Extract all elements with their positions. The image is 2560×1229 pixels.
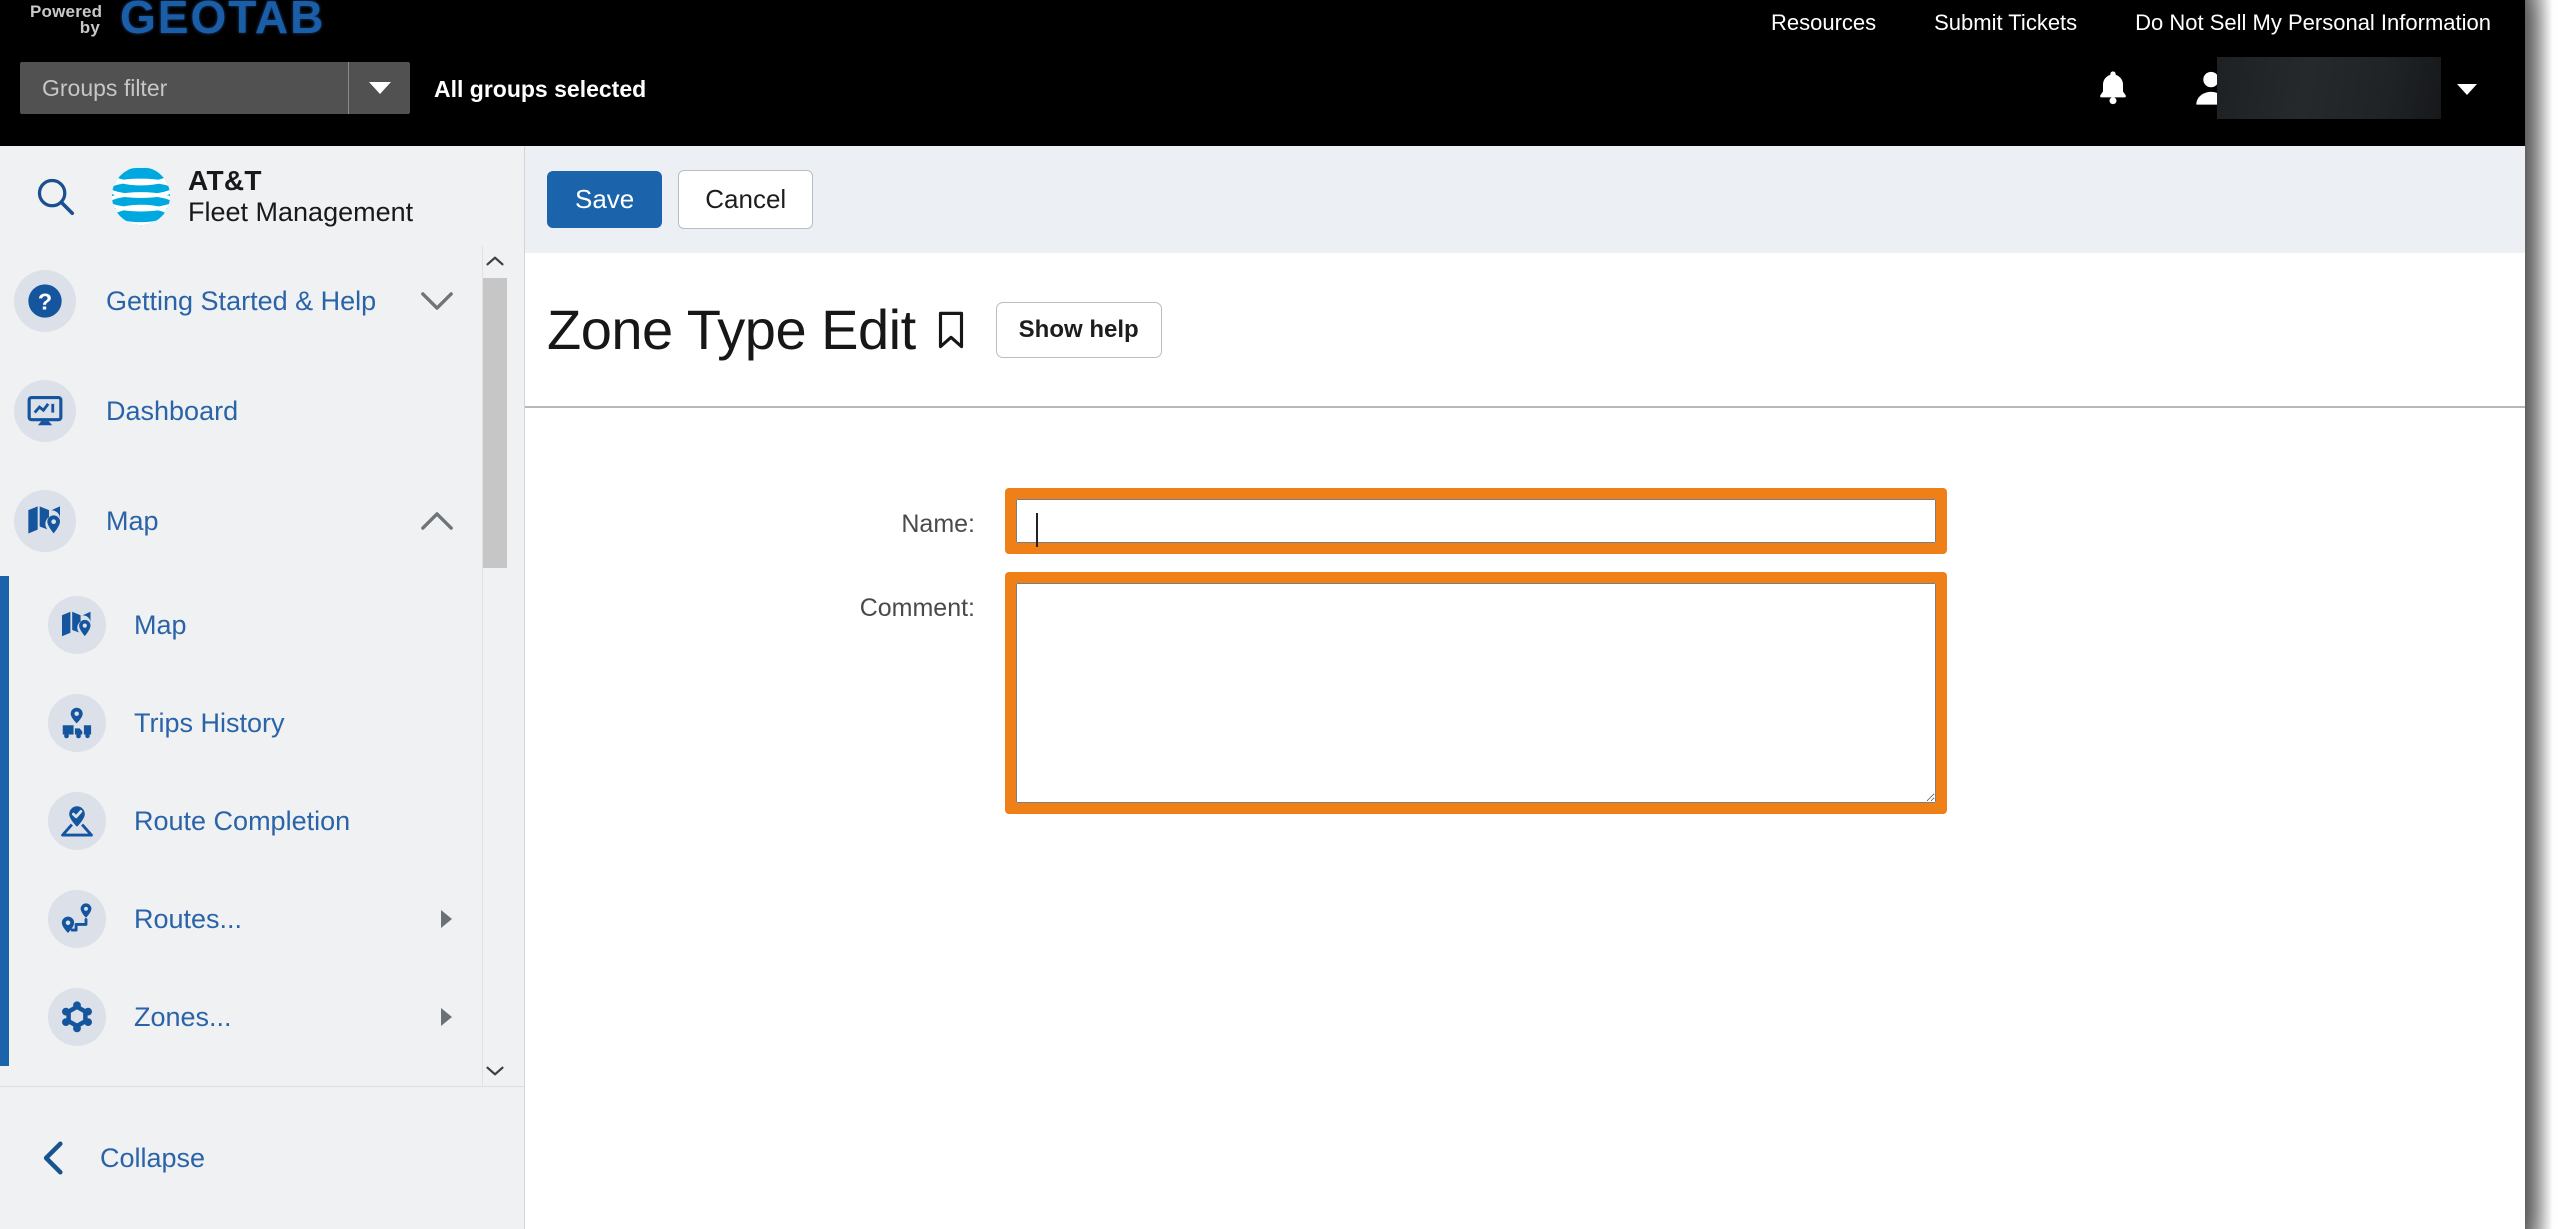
scrollbar-thumb[interactable] — [483, 278, 507, 568]
app-window: Powered by GEOTAB Resources Submit Ticke… — [0, 0, 2525, 1229]
sidebar-item-getting-started[interactable]: ? Getting Started & Help — [0, 246, 524, 356]
save-button[interactable]: Save — [547, 171, 663, 228]
bell-icon — [2100, 71, 2126, 105]
chevron-down-icon — [368, 82, 391, 94]
scroll-down-button[interactable] — [483, 1056, 507, 1086]
sidebar-submenu-map: Map Trips History Route Completion Route… — [0, 576, 524, 1066]
sidebar-item-label: Dashboard — [106, 395, 239, 426]
comment-label: Comment: — [859, 594, 975, 622]
notifications-button[interactable] — [2087, 62, 2139, 114]
page-title-row: Zone Type Edit Show help — [525, 253, 2525, 408]
scroll-up-button[interactable] — [483, 246, 507, 276]
fleet-management-label: Fleet Management — [188, 196, 414, 227]
action-bar: Save Cancel — [525, 146, 2525, 253]
powered-line2: by — [79, 18, 100, 37]
sidebar-item-routes[interactable]: Routes... — [0, 870, 524, 968]
sidebar-item-label: Zones... — [134, 1001, 232, 1032]
form-row-comment: Comment: — [525, 572, 2525, 814]
groups-filter-dropdown-button[interactable] — [348, 62, 410, 114]
sidebar-search-button[interactable] — [0, 173, 110, 219]
sidebar-item-dashboard[interactable]: Dashboard — [0, 356, 524, 466]
sidebar-item-label: Map — [106, 505, 159, 536]
map-pin-icon — [48, 596, 106, 654]
sidebar-item-label: Getting Started & Help — [106, 285, 377, 316]
chevron-up-icon[interactable] — [420, 510, 454, 532]
header-links: Resources Submit Tickets Do Not Sell My … — [1771, 10, 2491, 36]
chevron-left-icon — [43, 1141, 63, 1175]
map-pin-icon — [14, 490, 76, 552]
bookmark-icon[interactable] — [934, 309, 968, 351]
question-mark-icon: ? — [14, 270, 76, 332]
sidebar-item-label: Route Completion — [134, 805, 351, 836]
sidebar-item-map[interactable]: Map — [0, 466, 524, 576]
global-header: Powered by GEOTAB Resources Submit Ticke… — [0, 0, 2525, 146]
page-title: Zone Type Edit — [547, 298, 916, 361]
sidebar-scrollbar[interactable] — [482, 246, 507, 1086]
collapse-label: Collapse — [100, 1142, 206, 1173]
form-row-name: Name: — [525, 488, 2525, 554]
chevron-down-icon[interactable] — [420, 290, 454, 312]
show-help-button[interactable]: Show help — [995, 301, 1162, 358]
att-globe-icon — [111, 166, 171, 226]
name-input[interactable] — [1016, 499, 1936, 543]
comment-textarea[interactable] — [1016, 583, 1936, 803]
header-link-submit-tickets[interactable]: Submit Tickets — [1934, 10, 2077, 36]
text-cursor — [1036, 513, 1038, 547]
groups-filter[interactable]: Groups filter — [20, 62, 410, 114]
sidebar-header: AT&T Fleet Management — [0, 146, 524, 246]
att-label: AT&T — [188, 165, 262, 197]
truck-pin-icon — [48, 694, 106, 752]
main-content: Save Cancel Zone Type Edit Show help Nam… — [525, 146, 2525, 1229]
triangle-right-icon[interactable] — [441, 910, 452, 928]
zones-hex-icon — [48, 988, 106, 1046]
comment-field-highlight — [1005, 572, 1947, 814]
route-check-icon — [48, 792, 106, 850]
svg-text:?: ? — [38, 288, 52, 314]
all-groups-selected-label: All groups selected — [434, 76, 647, 102]
powered-by-label: Powered by — [30, 3, 102, 37]
name-field-highlight — [1005, 488, 1947, 554]
sidebar-item-trips-history[interactable]: Trips History — [0, 674, 524, 772]
window-shadow — [2525, 0, 2560, 1229]
sidebar-item-map-sub[interactable]: Map — [0, 576, 524, 674]
search-icon — [37, 178, 75, 216]
geotab-logo: GEOTAB — [120, 0, 326, 43]
groups-filter-input[interactable]: Groups filter — [20, 62, 348, 114]
sidebar-collapse-button[interactable]: Collapse — [0, 1086, 524, 1229]
user-name-redacted — [2217, 57, 2441, 119]
user-menu-chevron-down-icon[interactable] — [2457, 84, 2477, 95]
zone-type-form: Name: Comment: — [525, 408, 2525, 814]
routes-icon — [48, 890, 106, 948]
dashboard-monitor-icon — [14, 380, 76, 442]
cancel-button[interactable]: Cancel — [678, 170, 814, 229]
sidebar-item-label: Routes... — [134, 903, 243, 934]
att-fleet-logo[interactable]: AT&T Fleet Management — [110, 165, 413, 227]
header-link-do-not-sell[interactable]: Do Not Sell My Personal Information — [2135, 10, 2491, 36]
sidebar-item-label: Trips History — [134, 707, 285, 738]
sidebar-item-label: Map — [134, 609, 187, 640]
sidebar-nav-scroll: ? Getting Started & Help Dashboard Map M… — [0, 246, 524, 1086]
name-label: Name: — [901, 510, 975, 538]
sidebar-item-route-completion[interactable]: Route Completion — [0, 772, 524, 870]
sidebar-item-zones[interactable]: Zones... — [0, 968, 524, 1066]
sidebar: AT&T Fleet Management ? Getting Started … — [0, 146, 525, 1229]
header-link-resources[interactable]: Resources — [1771, 10, 1876, 36]
triangle-right-icon[interactable] — [441, 1008, 452, 1026]
